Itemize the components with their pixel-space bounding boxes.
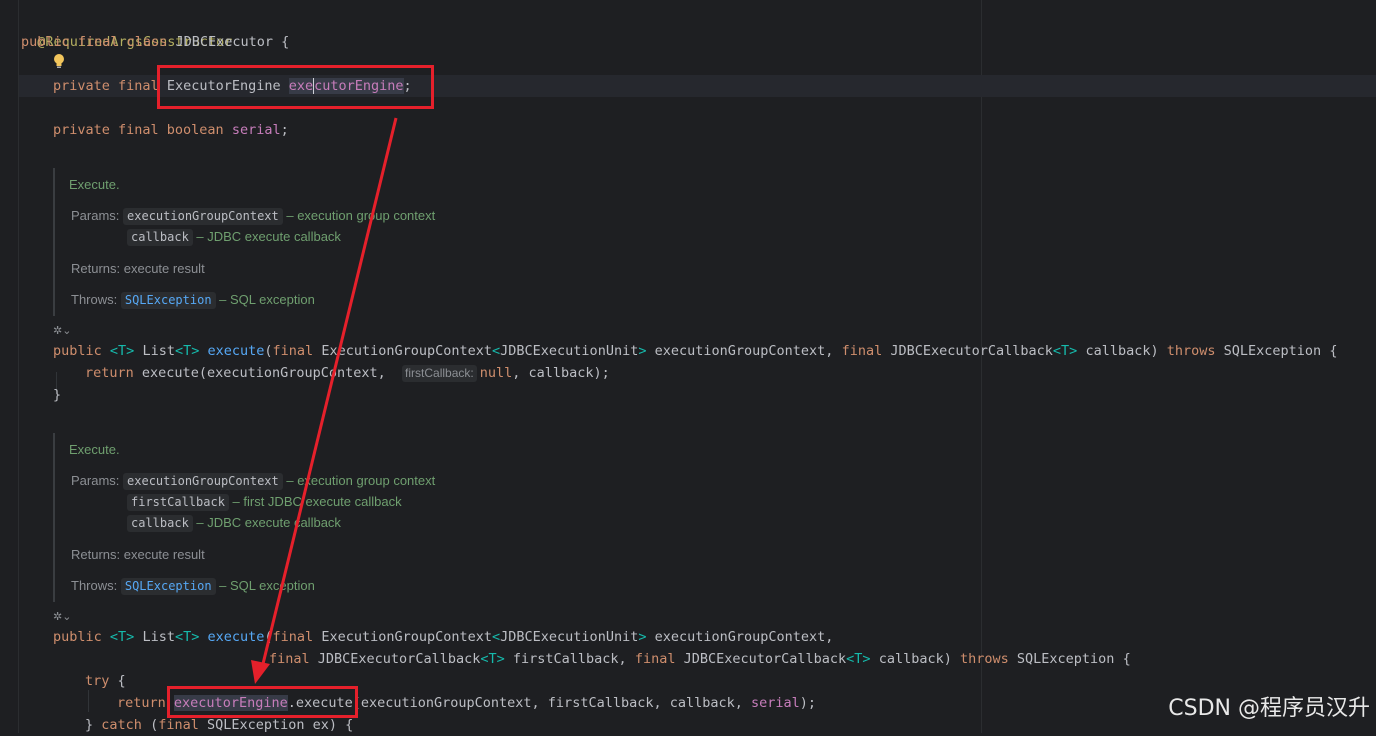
arrow-annotation [251, 117, 398, 684]
arrow-line [260, 117, 398, 669]
watermark: CSDN @程序员汉升 [1168, 696, 1370, 721]
arrow-head [251, 660, 270, 684]
